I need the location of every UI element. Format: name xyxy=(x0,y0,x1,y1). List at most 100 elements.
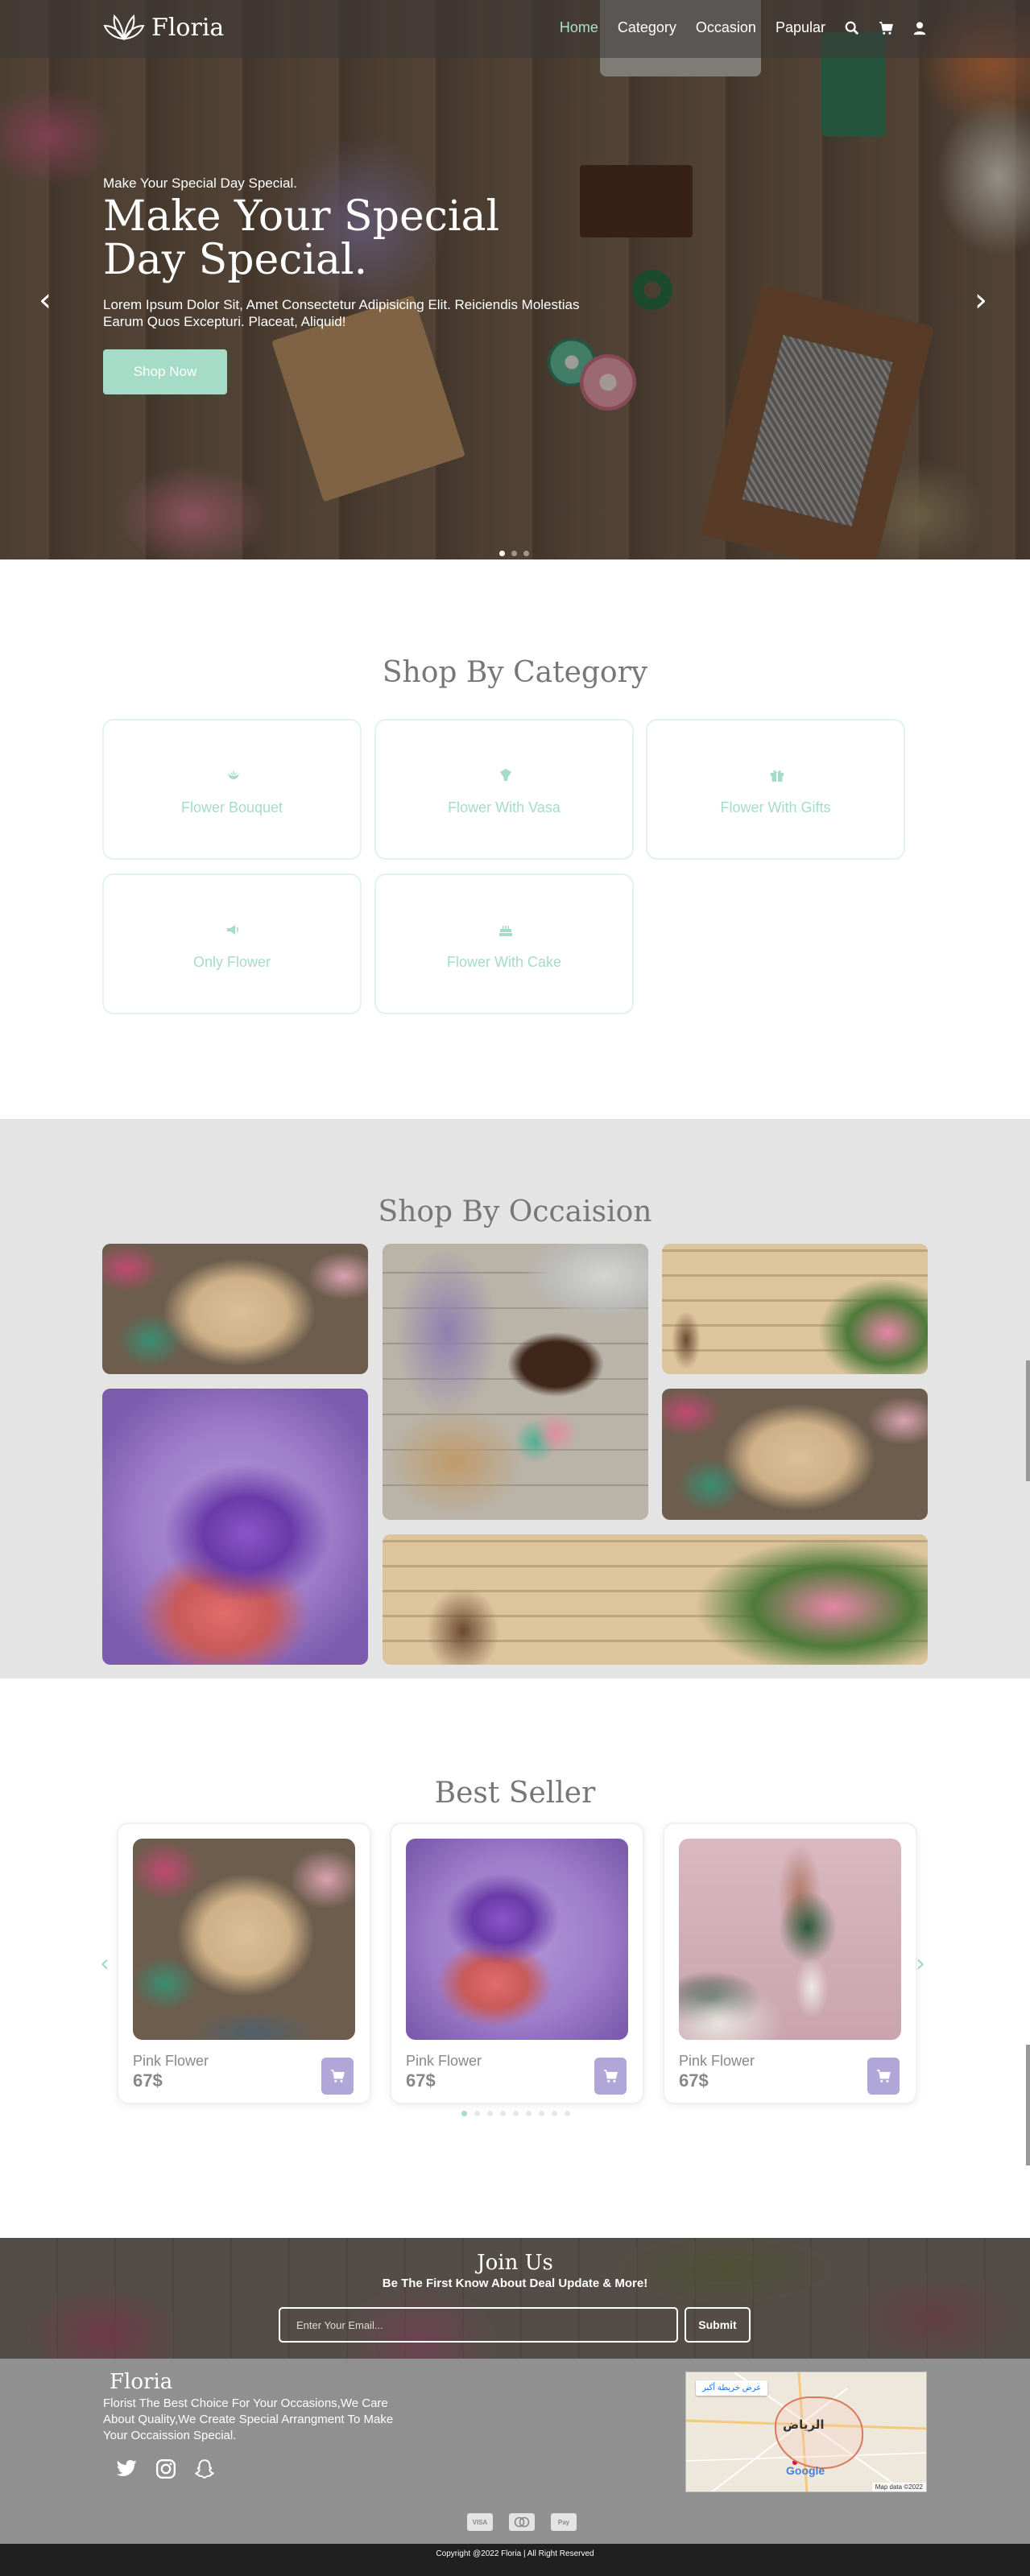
product-name: Pink Flower xyxy=(406,2053,482,2069)
product-price: 67$ xyxy=(679,2070,709,2091)
map-attribution: Map data ©2022 xyxy=(871,2483,926,2491)
pagination-dot[interactable] xyxy=(539,2111,544,2116)
add-to-cart-button[interactable] xyxy=(321,2058,354,2095)
pagination-dot[interactable] xyxy=(513,2111,519,2116)
occasion-title: Shop By Occaision xyxy=(378,1195,652,1228)
mastercard-icon xyxy=(509,2513,535,2531)
scrollbar-thumb[interactable] xyxy=(1026,1360,1030,1481)
category-card[interactable]: Flower Bouquet xyxy=(102,719,362,860)
scrollbar-thumb[interactable] xyxy=(1026,2045,1030,2165)
occasion-tile[interactable] xyxy=(383,1244,648,1520)
flower-icon xyxy=(227,925,239,935)
hero-content: Make Your Special Day Special. Make Your… xyxy=(103,175,667,394)
logo-text: Floria xyxy=(151,13,225,42)
pagination-dot[interactable] xyxy=(565,2111,570,2116)
bouquet-icon xyxy=(228,770,239,779)
category-label: Flower With Gifts xyxy=(720,799,831,815)
pagination-dot[interactable] xyxy=(500,2111,506,2116)
occasion-tile[interactable] xyxy=(383,1534,928,1665)
pagination-dot[interactable] xyxy=(461,2111,467,2116)
category-label: Flower With Vasa xyxy=(448,799,561,815)
product-price: 67$ xyxy=(406,2070,436,2091)
product-name: Pink Flower xyxy=(679,2053,755,2069)
nav-occasion[interactable]: Occasion xyxy=(696,19,756,36)
email-input[interactable] xyxy=(279,2307,678,2343)
newsletter-subtitle: Be The First Know About Deal Update & Mo… xyxy=(382,2277,648,2290)
cart-icon xyxy=(603,2070,618,2083)
product-image[interactable] xyxy=(679,1839,901,2040)
gift-icon xyxy=(771,770,784,782)
google-logo: Google xyxy=(786,2464,825,2477)
view-larger-map-link[interactable]: عرض خريطة أكبر xyxy=(696,2380,768,2396)
map-city-label: الرياض xyxy=(783,2418,825,2432)
logo[interactable]: Floria xyxy=(103,11,224,43)
cart-icon xyxy=(876,2070,891,2083)
category-label: Flower Bouquet xyxy=(180,799,283,815)
cart-icon xyxy=(330,2070,345,2083)
pagination-dot[interactable] xyxy=(526,2111,532,2116)
add-to-cart-button[interactable] xyxy=(594,2058,627,2095)
hero-section: Make Your Special Day Special. Make Your… xyxy=(0,0,1030,559)
hero-description: Lorem Ipsum Dolor Sit, Amet Consectetur … xyxy=(103,297,580,329)
nav-papular[interactable]: Papular xyxy=(776,19,825,36)
product-image[interactable] xyxy=(406,1839,628,2040)
newsletter-title: Join Us xyxy=(477,2251,553,2275)
snapchat-icon[interactable] xyxy=(194,2458,215,2479)
lotus-logo-icon xyxy=(103,14,145,41)
location-map[interactable]: عرض خريطة أكبر الرياض Google Map data ©2… xyxy=(685,2372,927,2492)
category-label: Flower With Cake xyxy=(446,954,562,970)
category-card[interactable]: Only Flower xyxy=(102,873,362,1014)
category-title: Shop By Category xyxy=(382,656,648,689)
hero-title: Make Your Special Day Special. xyxy=(103,192,500,284)
category-card[interactable]: Flower With Cake xyxy=(374,873,634,1014)
main-nav: Home Category Occasion Papular xyxy=(560,19,927,36)
pagination-dot[interactable] xyxy=(552,2111,557,2116)
category-card[interactable]: Flower With Vasa xyxy=(374,719,634,860)
shop-now-button[interactable]: Shop Now xyxy=(103,349,227,394)
cart-icon[interactable] xyxy=(879,21,893,35)
hero-dot[interactable] xyxy=(499,551,505,556)
user-icon[interactable] xyxy=(912,21,927,35)
hero-prev-arrow-icon[interactable]: ‹ xyxy=(39,282,52,319)
best-seller-prev-arrow-icon[interactable]: ‹ xyxy=(100,1950,110,1978)
cake-icon xyxy=(499,926,512,936)
navbar: Floria Home Category Occasion Papular xyxy=(0,0,1030,58)
best-seller-pagination xyxy=(461,2111,570,2116)
category-label: Only Flower xyxy=(192,954,271,970)
add-to-cart-button[interactable] xyxy=(867,2058,900,2095)
footer-logo[interactable]: Floria xyxy=(110,2370,172,2394)
pagination-dot[interactable] xyxy=(487,2111,493,2116)
occasion-tile[interactable] xyxy=(662,1389,928,1520)
hero-slide-dots xyxy=(499,551,529,556)
footer-description: Florist The Best Choice For Your Occasio… xyxy=(103,2396,394,2442)
footer: Floria Florist The Best Choice For Your … xyxy=(0,2359,1030,2544)
instagram-icon[interactable] xyxy=(155,2458,176,2479)
payment-methods: VISA Pay xyxy=(467,2513,577,2531)
product-image[interactable] xyxy=(133,1839,355,2040)
submit-button[interactable]: Submit xyxy=(685,2307,751,2343)
hero-next-arrow-icon[interactable]: › xyxy=(974,282,987,319)
hero-kicker: Make Your Special Day Special. xyxy=(103,175,297,191)
product-card[interactable]: Pink Flower 67$ xyxy=(117,1823,371,2104)
product-card[interactable]: Pink Flower 67$ xyxy=(663,1823,917,2104)
twitter-icon[interactable] xyxy=(117,2458,138,2479)
vase-icon xyxy=(500,769,511,781)
newsletter-section: Join Us Be The First Know About Deal Upd… xyxy=(0,2238,1030,2359)
nav-home[interactable]: Home xyxy=(560,19,598,36)
product-name: Pink Flower xyxy=(133,2053,209,2069)
best-seller-title: Best Seller xyxy=(434,1777,596,1810)
visa-icon: VISA xyxy=(467,2513,493,2531)
copyright-bar: Copyright @2022 Floria | All Right Reser… xyxy=(0,2544,1030,2576)
occasion-tile[interactable] xyxy=(102,1389,368,1665)
search-icon[interactable] xyxy=(845,21,859,35)
hero-dot[interactable] xyxy=(523,551,529,556)
apple-pay-icon: Pay xyxy=(551,2513,577,2531)
pagination-dot[interactable] xyxy=(474,2111,480,2116)
occasion-tile[interactable] xyxy=(662,1244,928,1374)
mastercard-circles-icon xyxy=(514,2516,530,2528)
product-card[interactable]: Pink Flower 67$ xyxy=(390,1823,644,2104)
hero-dot[interactable] xyxy=(511,551,517,556)
nav-category[interactable]: Category xyxy=(618,19,676,36)
category-card[interactable]: Flower With Gifts xyxy=(646,719,905,860)
occasion-tile[interactable] xyxy=(102,1244,368,1374)
